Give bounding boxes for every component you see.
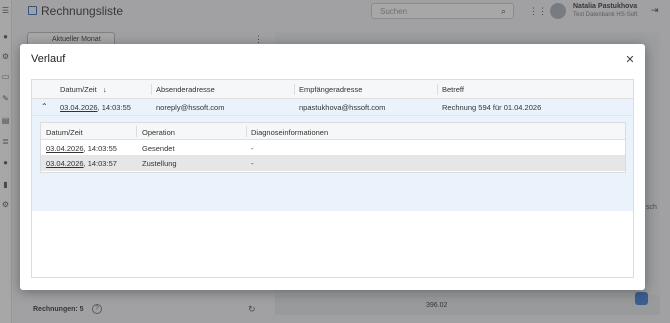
column-divider <box>151 84 152 95</box>
operation-date[interactable]: 03.04.2026, 14:03:55 <box>46 144 117 153</box>
row-subject: Rechnung 594 für 01.04.2026 <box>442 103 542 112</box>
column-header-sender[interactable]: Absenderadresse <box>156 85 215 94</box>
operation-name: Zustellung <box>142 159 177 168</box>
operations-table: Datum/Zeit Operation Diagnoseinformation… <box>40 122 626 173</box>
operations-header: Datum/Zeit Operation Diagnoseinformation… <box>41 123 625 140</box>
history-table: Datum/Zeit ↓ Absenderadresse Empfängerad… <box>31 79 634 278</box>
table-row[interactable]: ⌃ 03.04.2026, 14:03:55 noreply@hssoft.co… <box>32 99 633 116</box>
column-header-diagnostics: Diagnoseinformationen <box>251 128 329 137</box>
list-item: 03.04.2026, 14:03:55 Gesendet - <box>41 141 625 156</box>
row-recipient: npastukhova@hssoft.com <box>299 103 386 112</box>
history-dialog: Verlauf ✕ Datum/Zeit ↓ Absenderadresse E… <box>20 44 645 290</box>
chevron-up-icon[interactable]: ⌃ <box>41 102 48 111</box>
table-header: Datum/Zeit ↓ Absenderadresse Empfängerad… <box>32 80 633 99</box>
operation-diagnostics: - <box>251 159 254 168</box>
operation-date[interactable]: 03.04.2026, 14:03:57 <box>46 159 117 168</box>
expanded-detail: Datum/Zeit Operation Diagnoseinformation… <box>32 116 633 211</box>
column-divider <box>136 126 137 137</box>
column-divider <box>437 84 438 95</box>
close-icon[interactable]: ✕ <box>624 54 636 66</box>
list-item: 03.04.2026, 14:03:57 Zustellung - <box>41 156 625 171</box>
column-header-date[interactable]: Datum/Zeit <box>60 85 97 94</box>
operation-name: Gesendet <box>142 144 175 153</box>
column-header-operation: Operation <box>142 128 175 137</box>
column-divider <box>246 126 247 137</box>
column-header-subject[interactable]: Betreff <box>442 85 464 94</box>
row-sender: noreply@hssoft.com <box>156 103 225 112</box>
operation-diagnostics: - <box>251 144 254 153</box>
column-header-recipient[interactable]: Empfängeradresse <box>299 85 362 94</box>
arrow-down-icon[interactable]: ↓ <box>103 85 107 94</box>
column-divider <box>294 84 295 95</box>
column-header-date: Datum/Zeit <box>46 128 83 137</box>
dialog-title: Verlauf <box>31 53 66 65</box>
row-date[interactable]: 03.04.2026, 14:03:55 <box>60 103 131 112</box>
